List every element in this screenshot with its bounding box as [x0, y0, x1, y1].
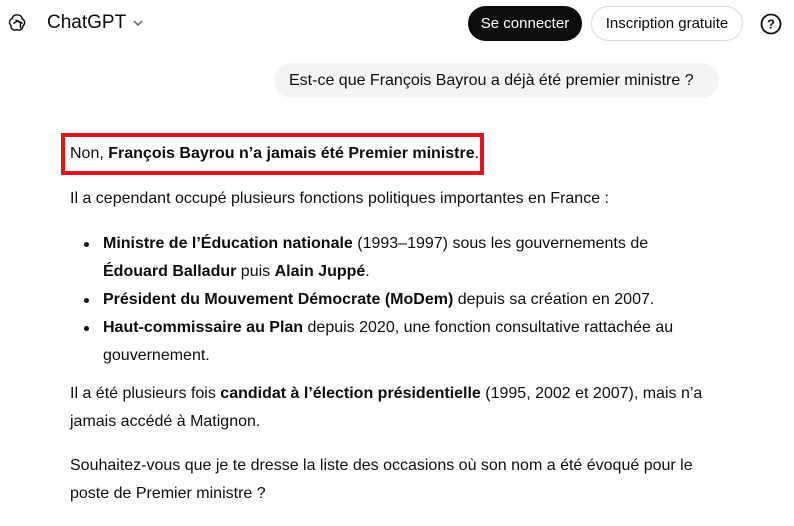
bullet-dot	[84, 298, 89, 303]
list-item-continuation: gouvernement.	[103, 347, 210, 364]
answer-first-line: Non, François Bayrou n’a jamais été Prem…	[70, 145, 480, 162]
help-icon[interactable]: ?	[760, 13, 782, 35]
top-bar: ChatGPT Se connecter Inscription gratuit…	[0, 0, 794, 48]
user-message: Est-ce que François Bayrou a déjà été pr…	[274, 63, 719, 98]
list-item: Haut-commissaire au Plan depuis 2020, un…	[103, 319, 674, 336]
app-name: ChatGPT	[47, 12, 127, 33]
list-item: Président du Mouvement Démocrate (MoDem)…	[103, 291, 655, 308]
bullet-dot	[84, 242, 89, 247]
answer-paragraph: Il a été plusieurs fois candidat à l’éle…	[70, 385, 703, 402]
bullet-dot	[84, 326, 89, 331]
svg-text:?: ?	[767, 17, 775, 32]
answer-question-continuation: poste de Premier ministre ?	[70, 485, 266, 502]
list-item-continuation: Édouard Balladur puis Alain Juppé.	[103, 263, 370, 280]
answer-intro: Il a cependant occupé plusieurs fonction…	[70, 190, 609, 207]
signup-button[interactable]: Inscription gratuite	[591, 6, 743, 41]
answer-question: Souhaitez-vous que je te dresse la liste…	[70, 457, 693, 474]
chatgpt-logo-icon[interactable]	[7, 12, 29, 34]
login-button[interactable]: Se connecter	[468, 6, 582, 41]
answer-paragraph-continuation: jamais accédé à Matignon.	[70, 413, 261, 430]
list-item: Ministre de l’Éducation nationale (1993–…	[103, 235, 649, 252]
chevron-down-icon	[133, 20, 143, 27]
model-selector[interactable]: ChatGPT	[47, 12, 144, 34]
